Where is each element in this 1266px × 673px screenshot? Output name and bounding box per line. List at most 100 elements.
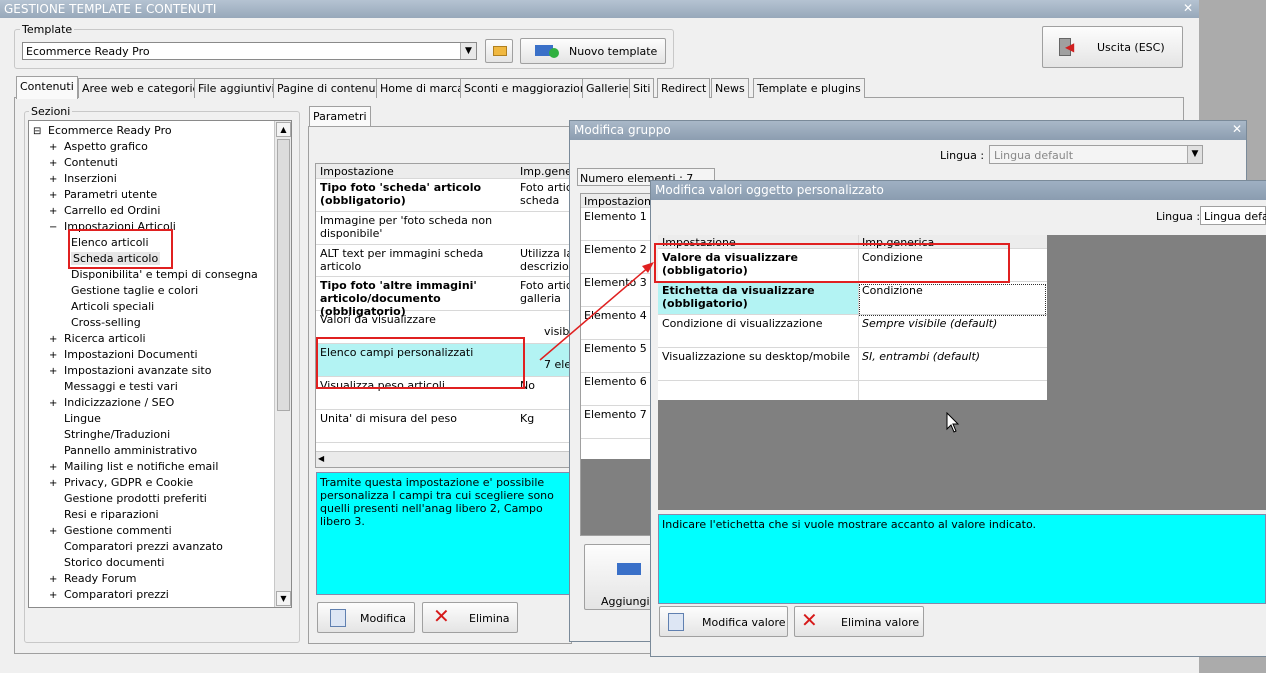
tab-home-marca[interactable]: Home di marca	[376, 78, 469, 98]
tab-sconti[interactable]: Sconti e maggiorazioni	[460, 78, 594, 98]
tree-item[interactable]: + Mailing list e notifiche email	[49, 460, 218, 473]
group-col-impostazione: Impostazione	[584, 195, 652, 208]
tree-expander-icon[interactable]: +	[49, 350, 58, 361]
value-delete-button[interactable]: ✕ Elimina valore	[794, 606, 924, 637]
tab-siti[interactable]: Siti	[629, 78, 655, 98]
params-row[interactable]: Unita' di misura del peso Kg	[316, 410, 574, 443]
tab-parametri[interactable]: Parametri	[309, 106, 371, 127]
tree-expander-icon[interactable]: +	[49, 526, 58, 537]
value-highlight-box	[654, 243, 1010, 283]
tree-item[interactable]: Storico documenti	[49, 556, 164, 569]
tree-item[interactable]: Comparatori prezzi avanzato	[49, 540, 223, 553]
value-row[interactable]: Condizione di visualizzazione Sempre visi…	[658, 315, 1047, 348]
value-cell-setting: Condizione di visualizzazione	[662, 317, 823, 330]
tree-expander-icon[interactable]: +	[49, 590, 58, 601]
value-lang-select[interactable]: Lingua defau	[1200, 206, 1266, 225]
tree-item[interactable]: Gestione prodotti preferiti	[49, 492, 207, 505]
tree-item[interactable]: + Contenuti	[49, 156, 118, 169]
params-cell-setting: ALT text per immagini scheda articolo	[320, 247, 484, 273]
tree-item[interactable]: + Indicizzazione / SEO	[49, 396, 174, 409]
tree-item[interactable]: + Parametri utente	[49, 188, 157, 201]
group-element-row[interactable]: Elemento 1	[581, 208, 651, 241]
tree-expander-icon[interactable]: +	[49, 174, 58, 185]
tab-file-aggiuntivi[interactable]: File aggiuntivi	[194, 78, 279, 98]
group-lang-select[interactable]: Lingua default ▼	[989, 145, 1203, 164]
group-dialog-close-icon[interactable]: ✕	[1232, 122, 1242, 136]
tree-item[interactable]: Lingue	[49, 412, 101, 425]
tree-item[interactable]: + Gestione commenti	[49, 524, 172, 537]
params-cell-setting: Unita' di misura del peso	[320, 412, 457, 425]
tree-item[interactable]: ⊟ Ecommerce Ready Pro	[33, 124, 172, 137]
tree-item-label: Ricerca articoli	[64, 332, 146, 345]
scroll-down-icon[interactable]: ▼	[276, 591, 291, 606]
tab-gallerie[interactable]: Gallerie	[582, 78, 633, 98]
group-element-row[interactable]: Elemento 6	[581, 373, 651, 406]
params-cell-setting: Immagine per 'foto scheda non disponibil…	[320, 214, 493, 240]
tab-contenuti[interactable]: Contenuti	[16, 76, 78, 99]
tree-expander-icon[interactable]: ⊟	[33, 126, 42, 137]
tree-expander-icon[interactable]: +	[49, 462, 58, 473]
group-add-button[interactable]: Aggiungi (	[584, 544, 657, 610]
tree-item-label: Articoli speciali	[71, 300, 155, 313]
tab-template-plugins[interactable]: Template e plugins	[753, 78, 865, 98]
params-modify-button[interactable]: Modifica	[317, 602, 415, 633]
tree-expander-icon[interactable]: +	[49, 190, 58, 201]
tree-expander-icon[interactable]: +	[49, 398, 58, 409]
tree-item[interactable]: Cross-selling	[65, 316, 141, 329]
tree-item[interactable]: Disponibilita' e tempi di consegna	[65, 268, 258, 281]
tree-item[interactable]: Stringhe/Traduzioni	[49, 428, 170, 441]
scroll-left-icon[interactable]: ◀	[318, 454, 324, 463]
params-hscroll[interactable]: ◀	[316, 451, 574, 467]
chevron-down-icon[interactable]: ▼	[460, 43, 476, 59]
tree-expander-icon[interactable]: +	[49, 206, 58, 217]
tree-scrollbar[interactable]: ▲ ▼	[274, 121, 291, 607]
value-row[interactable]: Visualizzazione su desktop/mobile SI, ent…	[658, 348, 1047, 381]
tree-item-label: Privacy, GDPR e Cookie	[64, 476, 194, 489]
tree-item-label: Disponibilita' e tempi di consegna	[71, 268, 258, 281]
open-folder-button[interactable]	[485, 39, 513, 63]
red-arrow-line	[539, 265, 651, 361]
tree-expander-icon[interactable]: −	[49, 222, 58, 233]
params-highlight-box	[316, 337, 525, 389]
tree-expander-icon[interactable]: +	[49, 478, 58, 489]
scroll-up-icon[interactable]: ▲	[276, 122, 291, 137]
red-arrow	[539, 262, 654, 361]
template-select[interactable]: Ecommerce Ready Pro ▼	[22, 42, 477, 60]
tree-item[interactable]: + Carrello ed Ordini	[49, 204, 160, 217]
params-row[interactable]: Tipo foto 'scheda' articolo (obbligatori…	[316, 179, 574, 212]
tab-pagine-contenuti[interactable]: Pagine di contenuti	[273, 78, 387, 98]
tree-item[interactable]: + Inserzioni	[49, 172, 117, 185]
tree-item[interactable]: + Ready Forum	[49, 572, 137, 585]
tree-item[interactable]: + Impostazioni Documenti	[49, 348, 198, 361]
tab-news[interactable]: News	[711, 78, 749, 98]
tree-item[interactable]: Messaggi e testi vari	[49, 380, 178, 393]
new-template-button[interactable]: Nuovo template	[520, 38, 666, 64]
tree-item-label: Pannello amministrativo	[64, 444, 198, 457]
tree-item[interactable]: + Aspetto grafico	[49, 140, 148, 153]
close-icon[interactable]: ✕	[1183, 1, 1193, 15]
tree-item[interactable]: + Privacy, GDPR e Cookie	[49, 476, 193, 489]
tree-item[interactable]: Resi e riparazioni	[49, 508, 159, 521]
chevron-down-icon[interactable]: ▼	[1187, 146, 1202, 163]
params-delete-button[interactable]: ✕ Elimina	[422, 602, 518, 633]
tab-redirect[interactable]: Redirect	[657, 78, 711, 98]
tree-item[interactable]: Articoli speciali	[65, 300, 154, 313]
exit-button[interactable]: ◀ Uscita (ESC)	[1042, 26, 1183, 68]
params-cell-setting: Valori da visualizzare	[320, 313, 436, 326]
tree-item[interactable]: Pannello amministrativo	[49, 444, 197, 457]
tree-expander-icon[interactable]: +	[49, 334, 58, 345]
scroll-thumb[interactable]	[277, 139, 290, 411]
tree-expander-icon[interactable]: +	[49, 574, 58, 585]
value-modify-button[interactable]: Modifica valore	[659, 606, 788, 637]
tree-item[interactable]: Gestione taglie e colori	[65, 284, 198, 297]
value-selected-cell[interactable]	[859, 284, 1046, 316]
tree-expander-icon[interactable]: +	[49, 158, 58, 169]
tree-item[interactable]: + Impostazioni avanzate sito	[49, 364, 211, 377]
tree-item[interactable]: + Comparatori prezzi	[49, 588, 169, 601]
tree-item[interactable]: + Ricerca articoli	[49, 332, 146, 345]
group-element-row[interactable]: Elemento 7	[581, 406, 651, 439]
tree-expander-icon[interactable]: +	[49, 142, 58, 153]
tree-expander-icon[interactable]: +	[49, 366, 58, 377]
tab-aree-web[interactable]: Aree web e categorie	[78, 78, 204, 98]
params-row[interactable]: Immagine per 'foto scheda non disponibil…	[316, 212, 574, 245]
